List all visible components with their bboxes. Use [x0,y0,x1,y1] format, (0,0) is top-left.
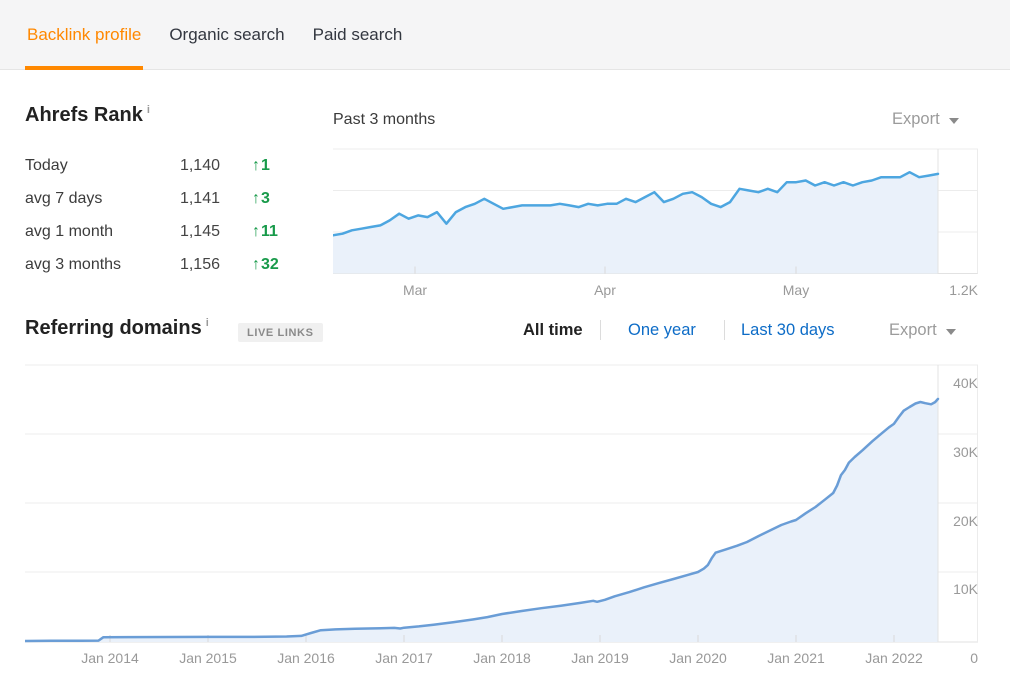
stat-change: ↑3 [252,190,270,208]
referring-domains-title: Referring domainsi [25,317,209,340]
filter-one-year[interactable]: One year [628,321,696,340]
x-tick-label: Mar [395,282,435,298]
y-tick-label: 10K [938,581,978,597]
stat-label: avg 3 months [25,256,121,274]
stat-label: Today [25,157,68,175]
x-tick-label: May [776,282,816,298]
rank-stat-row: avg 3 months 1,156 ↑32 [25,256,320,280]
x-tick-label: Jan 2020 [663,650,733,666]
export-button[interactable]: Export [892,110,959,129]
filter-all-time[interactable]: All time [523,321,583,340]
tab-label: Paid search [313,25,403,45]
filter-last-30-days[interactable]: Last 30 days [741,321,835,340]
stat-value: 1,140 [120,157,220,175]
y-tick-label: 20K [938,513,978,529]
active-tab-underline [25,66,143,70]
tab-backlink-profile[interactable]: Backlink profile [27,0,141,70]
tab-label: Organic search [169,25,284,45]
ahrefs-rank-title: Ahrefs Ranki [25,104,150,127]
x-tick-label: Jan 2018 [467,650,537,666]
tab-label: Backlink profile [27,25,141,45]
stat-label: avg 7 days [25,190,102,208]
y-tick-label: 30K [938,444,978,460]
rank-stat-row: Today 1,140 ↑1 [25,157,320,181]
rank-stat-row: avg 7 days 1,141 ↑3 [25,190,320,214]
export-label: Export [889,321,937,340]
x-tick-label: Jan 2021 [761,650,831,666]
x-tick-label: Jan 2022 [859,650,929,666]
rank-stat-row: avg 1 month 1,145 ↑11 [25,223,320,247]
info-icon[interactable]: i [206,317,209,329]
x-tick-label: Jan 2015 [173,650,243,666]
tab-bar: Backlink profile Organic search Paid sea… [0,0,1010,70]
chevron-down-icon [946,329,956,335]
stat-value: 1,156 [120,256,220,274]
info-icon[interactable]: i [147,104,150,116]
referring-domains-chart[interactable] [25,364,978,643]
export-label: Export [892,110,940,129]
backlinks-overview-page: Backlink profile Organic search Paid sea… [0,0,1010,691]
chevron-down-icon [949,118,959,124]
x-tick-label: Apr [585,282,625,298]
y-tick-label: 0 [938,650,978,666]
x-tick-label: Jan 2014 [75,650,145,666]
up-arrow-icon: ↑ [252,190,260,207]
x-tick-label: Jan 2016 [271,650,341,666]
filter-separator [724,320,725,340]
stat-change: ↑32 [252,256,279,274]
export-button[interactable]: Export [889,321,956,340]
live-links-badge: LIVE LINKS [238,323,323,342]
stat-change: ↑11 [252,223,278,241]
tab-organic-search[interactable]: Organic search [169,0,284,70]
stat-label: avg 1 month [25,223,113,241]
stat-value: 1,141 [120,190,220,208]
up-arrow-icon: ↑ [252,256,260,273]
stat-value: 1,145 [120,223,220,241]
up-arrow-icon: ↑ [252,157,260,174]
up-arrow-icon: ↑ [252,223,260,240]
filter-separator [600,320,601,340]
x-tick-label: Jan 2017 [369,650,439,666]
y-tick-label: 40K [938,375,978,391]
rank-chart-range-title: Past 3 months [333,111,435,129]
ahrefs-rank-chart[interactable] [333,148,978,275]
x-tick-label: Jan 2019 [565,650,635,666]
y-axis-bottom-label: 1.2K [933,282,978,298]
stat-change: ↑1 [252,157,270,175]
tab-paid-search[interactable]: Paid search [313,0,403,70]
